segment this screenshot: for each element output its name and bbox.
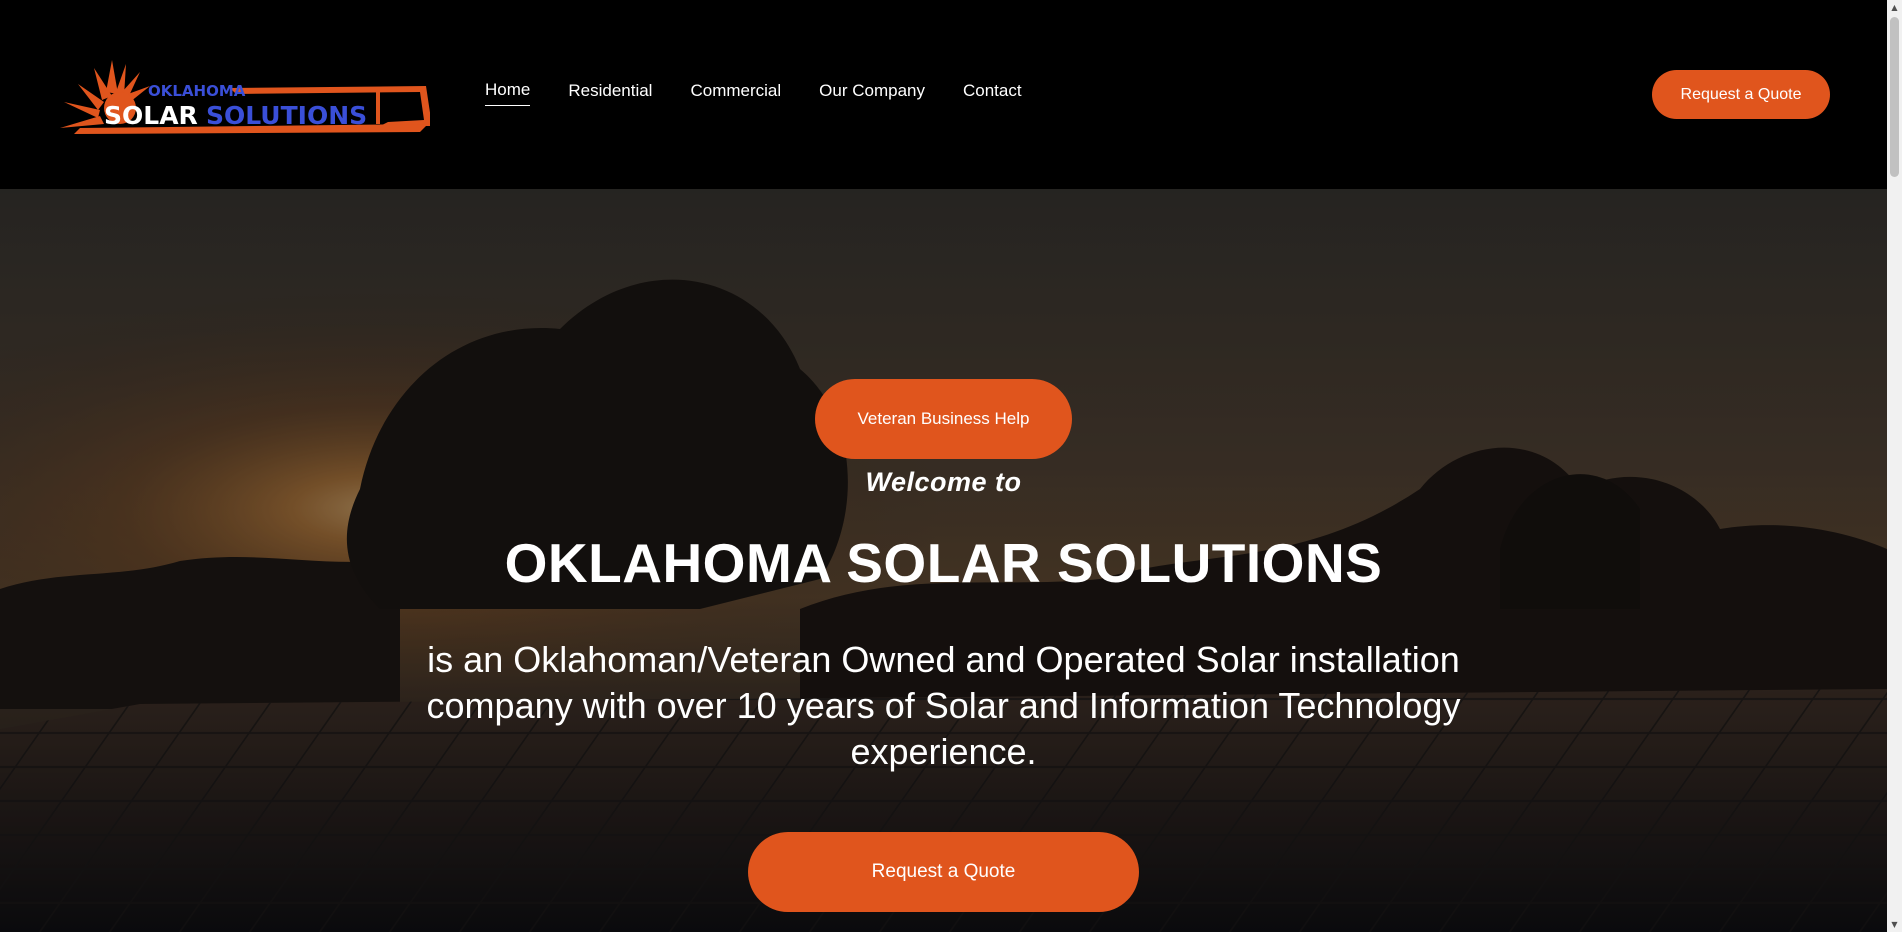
site-header: OKLAHOMA SOLAR SOLUTIONS Home Residentia… (0, 0, 1887, 189)
nav-residential[interactable]: Residential (568, 81, 652, 106)
hero-title: OKLAHOMA SOLAR SOLUTIONS (504, 532, 1383, 594)
scroll-up-arrow-icon[interactable]: ▲ (1887, 0, 1902, 15)
nav-home[interactable]: Home (485, 80, 531, 106)
main-nav: Home Residential Commercial Our Company … (485, 80, 1060, 106)
header-request-quote-button[interactable]: Request a Quote (1652, 70, 1830, 119)
logo-text-oklahoma: OKLAHOMA (148, 82, 246, 100)
company-logo[interactable]: OKLAHOMA SOLAR SOLUTIONS (60, 58, 430, 134)
nav-our-company[interactable]: Our Company (819, 81, 925, 106)
hero-section: Veteran Business Help Welcome to OKLAHOM… (0, 189, 1887, 932)
nav-commercial[interactable]: Commercial (690, 81, 781, 106)
hero-request-quote-button[interactable]: Request a Quote (748, 832, 1139, 912)
logo-text-solutions: SOLUTIONS (206, 101, 367, 130)
scrollbar-thumb[interactable] (1890, 17, 1899, 177)
logo-text-solar: SOLAR (104, 101, 198, 130)
veteran-business-help-button[interactable]: Veteran Business Help (815, 379, 1072, 459)
page-scrollbar[interactable]: ▲ ▼ (1887, 0, 1902, 932)
hero-content: Veteran Business Help Welcome to OKLAHOM… (0, 189, 1887, 932)
scroll-down-arrow-icon[interactable]: ▼ (1887, 917, 1902, 932)
hero-welcome-text: Welcome to (865, 467, 1022, 497)
nav-contact[interactable]: Contact (963, 81, 1022, 106)
hero-subtitle: is an Oklahoman/Veteran Owned and Operat… (426, 639, 1461, 772)
